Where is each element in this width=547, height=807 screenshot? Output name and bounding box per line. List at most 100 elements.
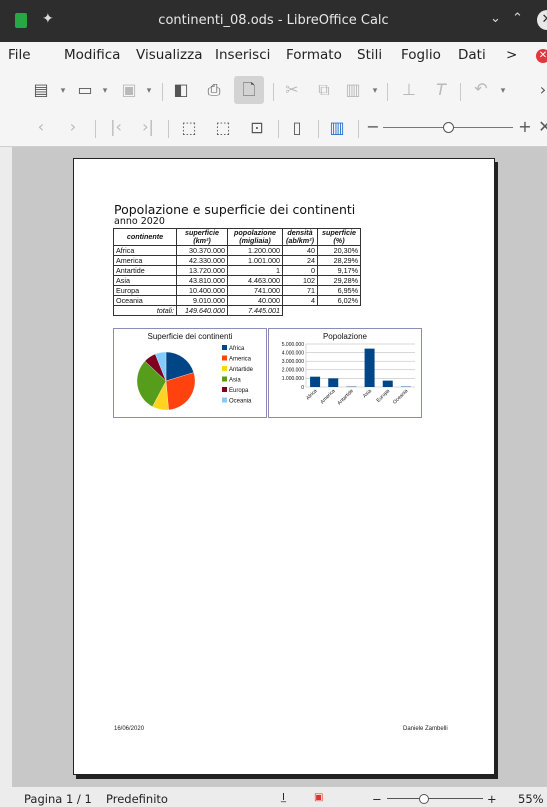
standard-toolbar: ▤ ▾ ▭ ▾ ▣ ▾ ◧ ⎙ 🗋 ✂ ⧉ ▥ ▾ ⊥ 𝘛 ↶ ▾ › — [0, 70, 547, 110]
status-zoom-out-icon[interactable]: − — [372, 792, 382, 806]
menu-inserisci[interactable]: Inserisci — [215, 47, 270, 63]
legend-swatch-oceania — [222, 397, 227, 403]
header-superficie: superficie (km²) — [176, 228, 228, 246]
cell-area-pct: 6,02% — [317, 295, 361, 306]
full-screen-icon[interactable]: ⊡ — [246, 118, 268, 137]
last-page-icon[interactable]: ›| — [137, 117, 159, 136]
cell-area-pct: 20,30% — [317, 245, 361, 256]
document-modified-icon[interactable]: ▣ — [314, 792, 323, 803]
export-pdf-icon[interactable]: ◧ — [170, 80, 192, 99]
new-document-icon[interactable]: ▤ — [30, 80, 52, 99]
cell-area: 30.370.000 — [176, 245, 228, 256]
zoom-minus-icon[interactable]: − — [362, 117, 384, 136]
header-continente: continente — [113, 228, 177, 246]
close-preview-icon[interactable]: ✕ — [534, 117, 547, 136]
paste-icon[interactable]: ▥ — [342, 80, 364, 99]
close-document-icon[interactable]: ✕ — [536, 49, 547, 63]
print-preview-icon[interactable]: 🗋 — [234, 76, 264, 104]
menu-file[interactable]: File — [8, 47, 31, 63]
legend-label-europa: Europa — [229, 388, 249, 394]
zoom-percent[interactable]: 55% — [518, 792, 544, 806]
print-icon[interactable]: ⎙ — [203, 80, 225, 100]
menu-dati[interactable]: Dati — [458, 47, 486, 63]
statusbar: Pagina 1 / 1 Predefinito I̲ ▣ − + 55% — [0, 787, 547, 807]
zoom-out-page-icon[interactable]: ⬚ — [212, 118, 234, 137]
window-titlebar: ✦ continenti_08.ods - LibreOffice Calc ⌄… — [0, 0, 547, 42]
cell-area-pct: 6,95% — [317, 285, 361, 296]
legend-label-africa: Africa — [229, 346, 245, 352]
toolbar-more-icon[interactable]: › — [532, 80, 547, 99]
table-row: Antartide 13.720.000 1 0 9,17% — [113, 265, 361, 276]
menu-more-chevron[interactable]: > — [506, 47, 517, 63]
menu-foglio[interactable]: Foglio — [401, 47, 441, 63]
menu-stili[interactable]: Stili — [357, 47, 382, 63]
table-row: Europa 10.400.000 741.000 71 6,95% — [113, 285, 361, 296]
legend-label-america: America — [229, 357, 252, 363]
total-area: 149.640.000 — [176, 305, 228, 316]
cell-area: 9.010.000 — [176, 295, 228, 306]
next-page-icon[interactable]: › — [62, 117, 84, 136]
cell-density: 102 — [282, 275, 318, 286]
legend-label-asia: Asia — [229, 378, 241, 384]
cell-area-pct: 28,29% — [317, 255, 361, 266]
zoom-in-page-icon[interactable]: ⬚ — [178, 118, 200, 137]
undo-dropdown-icon[interactable]: ▾ — [498, 86, 508, 96]
copy-icon[interactable]: ⧉ — [313, 80, 335, 100]
zoom-slider-handle[interactable] — [443, 122, 454, 133]
menu-formato[interactable]: Formato — [286, 47, 342, 63]
status-zoom-handle[interactable] — [419, 794, 429, 804]
maximize-icon[interactable]: ⌃ — [512, 11, 523, 26]
y-tick-label: 3.000.000 — [282, 359, 304, 365]
status-zoom-slider[interactable] — [387, 798, 483, 799]
undo-icon[interactable]: ↶ — [470, 79, 492, 98]
bar-america — [328, 378, 339, 387]
clone-formatting-icon[interactable]: ⊥ — [398, 80, 420, 99]
page-format-icon[interactable]: ▯ — [286, 118, 308, 137]
legend-swatch-africa — [222, 345, 227, 350]
y-tick-label: 4.000.000 — [282, 350, 304, 356]
pie-chart-title: Superficie dei continenti — [148, 332, 233, 341]
table-row: Asia 43.810.000 4.463.000 102 29,28% — [113, 275, 361, 286]
legend-swatch-america — [222, 355, 227, 361]
open-folder-icon[interactable]: ▭ — [74, 80, 96, 99]
first-page-icon[interactable]: |‹ — [105, 117, 127, 136]
data-table: continente superficie (km²) popolazione (m… — [113, 228, 361, 316]
status-zoom-in-icon[interactable]: + — [487, 792, 497, 806]
table-header-row: continente superficie (km²) popolazione (m… — [113, 228, 361, 246]
cell-continent: America — [113, 255, 177, 266]
zoom-plus-icon[interactable]: + — [514, 117, 536, 136]
y-tick-label: 5.000.000 — [282, 342, 304, 348]
save-icon[interactable]: ▣ — [118, 80, 140, 99]
legend-label-antartide: Antartide — [229, 367, 254, 373]
footer-date: 16/06/2020 — [114, 726, 145, 732]
page-style[interactable]: Predefinito — [106, 792, 168, 806]
open-dropdown-icon[interactable]: ▾ — [100, 86, 110, 96]
table-row: America 42.330.000 1.001.000 24 28,29% — [113, 255, 361, 266]
bar-africa — [310, 376, 321, 387]
x-tick-label: Africa — [305, 388, 318, 401]
cell-continent: Africa — [113, 245, 177, 256]
cell-population: 1.001.000 — [227, 255, 283, 266]
table-row: Africa 30.370.000 1.200.000 40 20,30% — [113, 245, 361, 256]
previous-page-icon[interactable]: ‹ — [30, 117, 52, 136]
x-tick-label: Antartide — [336, 388, 355, 407]
cell-continent: Europa — [113, 285, 177, 296]
minimize-icon[interactable]: ⌄ — [490, 11, 501, 26]
y-tick-label: 0 — [301, 385, 304, 391]
cell-population: 1.200.000 — [227, 245, 283, 256]
cut-icon[interactable]: ✂ — [281, 80, 303, 99]
margins-icon[interactable]: ▥ — [326, 118, 348, 137]
cell-area: 13.720.000 — [176, 265, 228, 276]
paste-dropdown-icon[interactable]: ▾ — [370, 86, 380, 96]
header-superficie-pct: superficie (%) — [317, 228, 361, 246]
print-preview-toolbar: ‹ › |‹ ›| ⬚ ⬚ ⊡ ▯ ▥ − + ✕ — [0, 110, 547, 147]
new-dropdown-icon[interactable]: ▾ — [58, 86, 68, 96]
cell-density: 24 — [282, 255, 318, 266]
x-tick-label: Asia — [362, 388, 373, 399]
footer-author: Daniele Zambelli — [403, 726, 448, 732]
pie-chart: Superficie dei continenti Africa America An… — [136, 332, 254, 411]
menu-modifica[interactable]: Modifica — [64, 47, 120, 63]
save-dropdown-icon[interactable]: ▾ — [144, 86, 154, 96]
clear-formatting-icon[interactable]: 𝘛 — [430, 80, 452, 99]
menu-visualizza[interactable]: Visualizza — [136, 47, 203, 63]
